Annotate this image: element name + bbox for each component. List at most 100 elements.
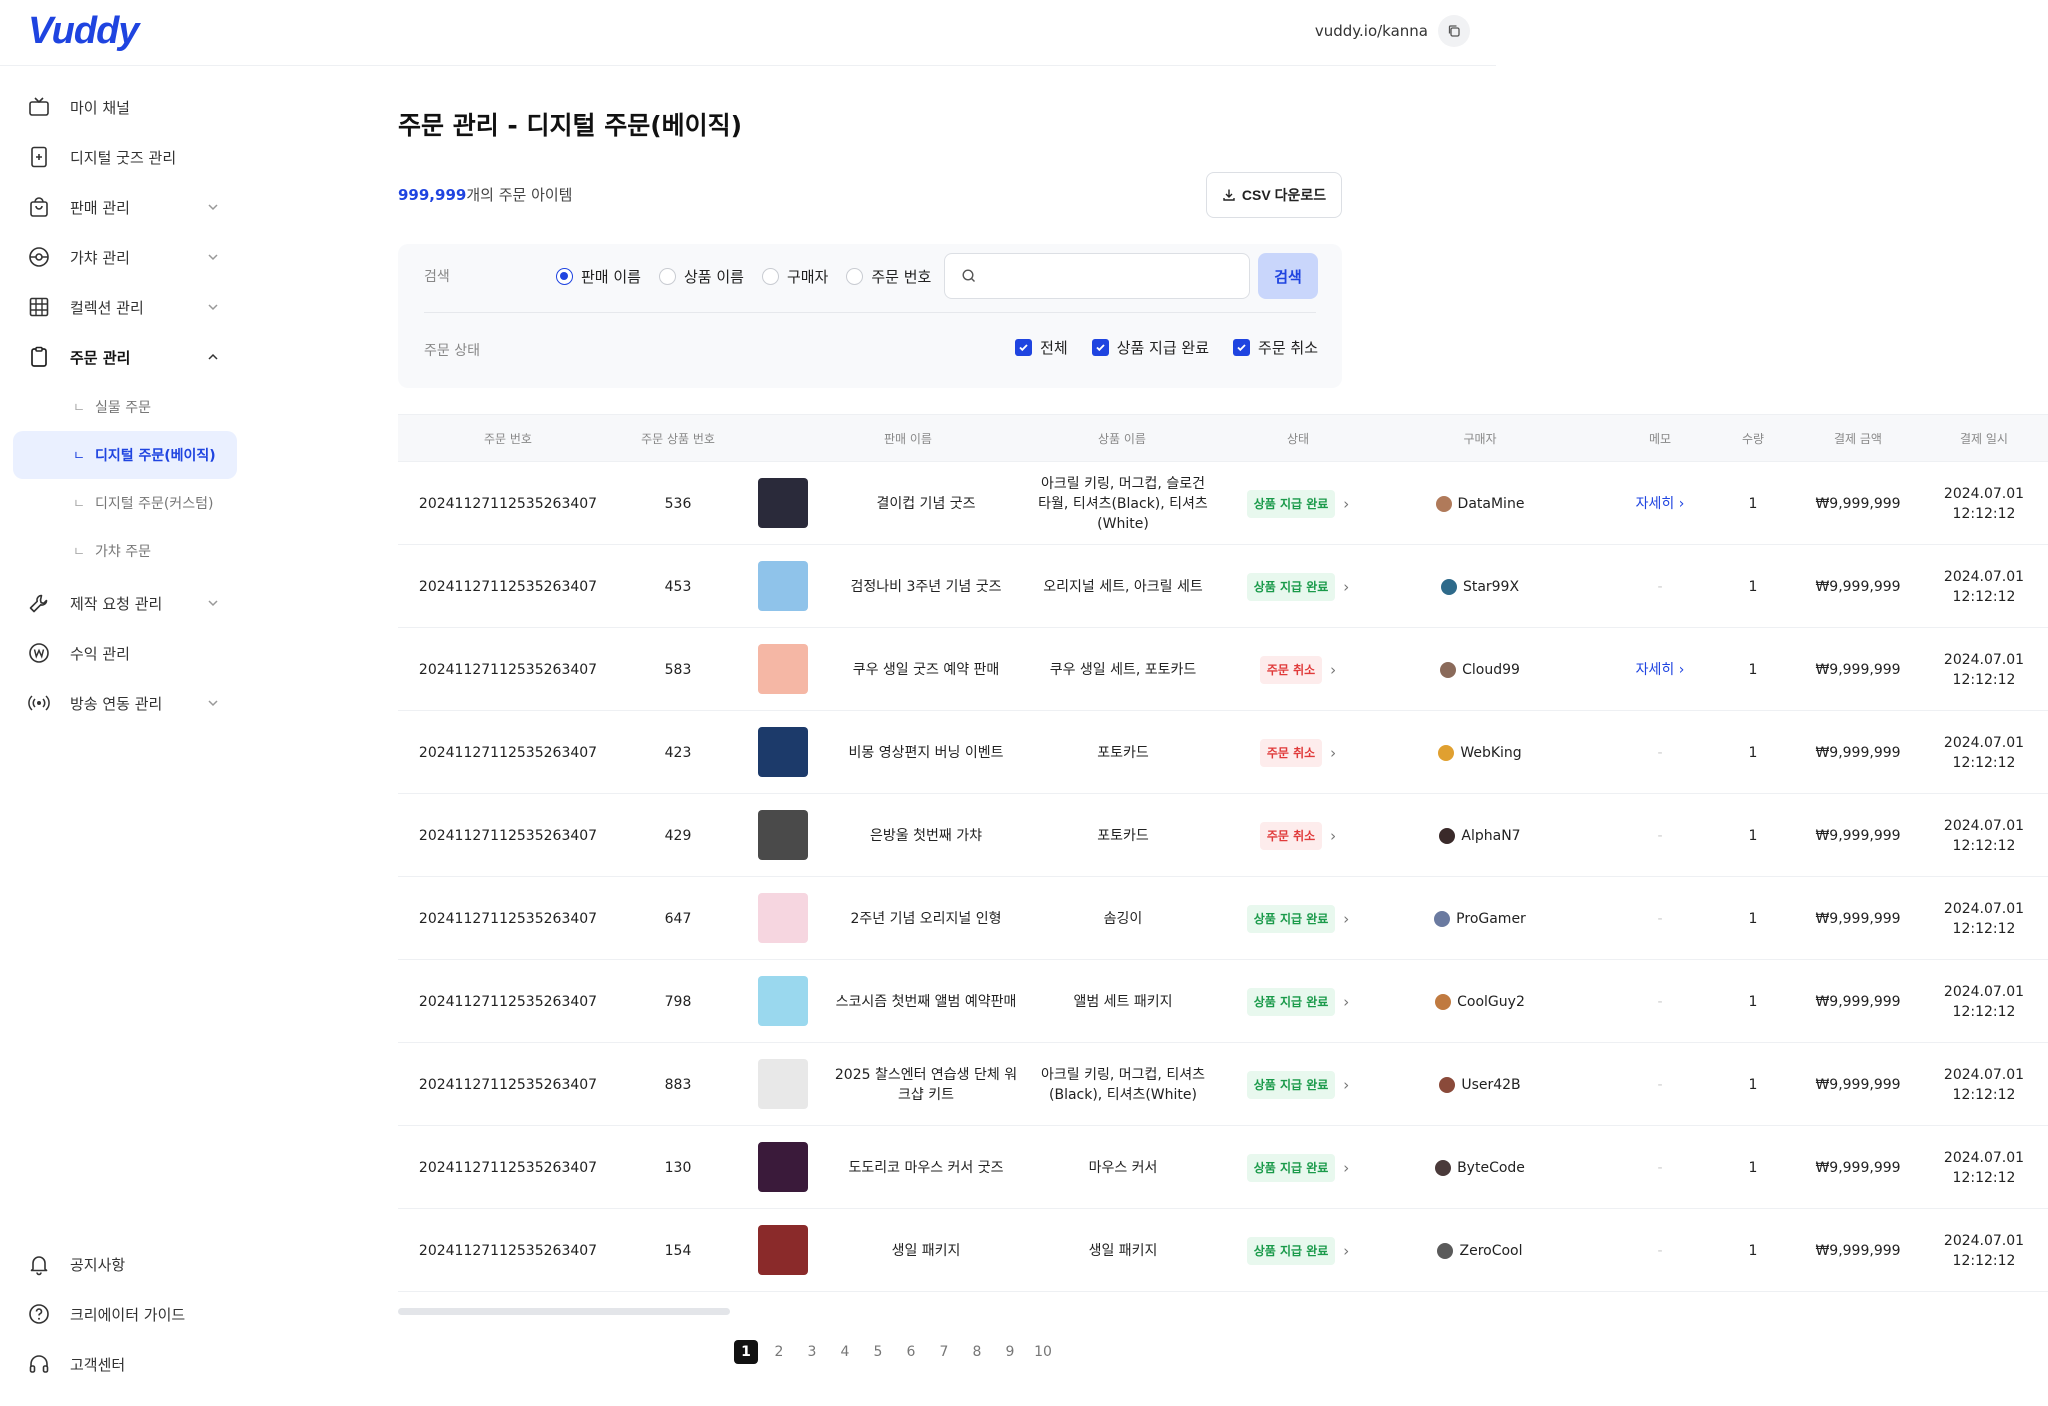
status-cell[interactable]: 상품 지급 완료 › xyxy=(1230,1126,1366,1209)
search-button[interactable]: 검색 xyxy=(1258,253,1318,299)
quantity: 1 xyxy=(1748,910,1758,927)
top-header: Vuddy vuddy.io/kanna xyxy=(0,0,1496,66)
order-number: 20241127112535263407 xyxy=(418,495,598,512)
sidebar-item-collection[interactable]: 컬렉션 관리 xyxy=(13,283,237,331)
table-row[interactable]: 20241127112535263407 429 은방울 첫번째 가챠 포토카드 주문 … xyxy=(398,794,2048,877)
sidebar-item-orders[interactable]: 주문 관리 xyxy=(13,333,237,381)
table-row[interactable]: 20241127112535263407 453 검정나비 3주년 기념 굿즈 오리지… xyxy=(398,545,2048,628)
status-cell[interactable]: 상품 지급 완료 › xyxy=(1230,1209,1366,1292)
chevron-right-icon: › xyxy=(1343,577,1350,596)
status-badge: 상품 지급 완료 xyxy=(1246,987,1336,1016)
page-6-button[interactable]: 6 xyxy=(899,1340,923,1364)
radio-order-number[interactable]: 주문 번호 xyxy=(846,256,931,296)
sidebar-item-creator-guide[interactable]: 크리에이터 가이드 xyxy=(13,1290,237,1338)
buyer-cell: Star99X xyxy=(1410,545,1550,628)
col-header: 결제 금액 xyxy=(1834,432,1882,446)
search-field[interactable] xyxy=(944,253,1250,299)
page-9-button[interactable]: 9 xyxy=(998,1340,1022,1364)
page-5-button[interactable]: 5 xyxy=(866,1340,890,1364)
sidebar-item-production-requests[interactable]: 제작 요청 관리 xyxy=(13,579,237,627)
sidebar-item-digital-goods[interactable]: 디지털 굿즈 관리 xyxy=(13,133,237,181)
sidebar-item-gacha[interactable]: 가챠 관리 xyxy=(13,233,237,281)
memo-empty: - xyxy=(1657,578,1663,595)
page-1-button[interactable]: 1 xyxy=(734,1340,758,1364)
sidebar-item-label: 공지사항 xyxy=(70,1255,126,1274)
search-input[interactable] xyxy=(985,262,1235,290)
sale-name: 은방울 첫번째 가챠 xyxy=(870,827,982,844)
memo-detail-link[interactable]: 자세히 › xyxy=(1620,628,1700,711)
status-cell[interactable]: 주문 취소 › xyxy=(1230,628,1366,711)
status-cell[interactable]: 주문 취소 › xyxy=(1230,794,1366,877)
status-cell[interactable]: 상품 지급 완료 › xyxy=(1230,462,1366,545)
buyer-cell: CoolGuy2 xyxy=(1410,960,1550,1043)
page-3-button[interactable]: 3 xyxy=(800,1340,824,1364)
page-2-button[interactable]: 2 xyxy=(767,1340,791,1364)
sidebar-item-my-channel[interactable]: 마이 채널 xyxy=(13,83,237,131)
sidebar-item-label: 주문 관리 xyxy=(70,348,131,367)
sidebar-subitem-digital-basic[interactable]: ㄴ 디지털 주문(베이직) xyxy=(13,431,237,479)
chevron-right-icon: › xyxy=(1674,661,1685,678)
sidebar-item-sales[interactable]: 판매 관리 xyxy=(13,183,237,231)
csv-download-button[interactable]: CSV 다운로드 xyxy=(1206,172,1342,218)
status-cell[interactable]: 상품 지급 완료 › xyxy=(1230,877,1366,960)
table-row[interactable]: 20241127112535263407 883 2025 찰스엔터 연습생 단체 … xyxy=(398,1043,2048,1126)
table-row[interactable]: 20241127112535263407 647 2주년 기념 오리지널 인형 솜깅이… xyxy=(398,877,2048,960)
table-row[interactable]: 20241127112535263407 154 생일 패키지 생일 패키지 상품 지급… xyxy=(398,1209,2048,1292)
payment-datetime: 2024.07.01 12:12:12 xyxy=(1924,877,2044,960)
page-10-button[interactable]: 10 xyxy=(1031,1340,1055,1364)
payment-date: 2024.07.01 xyxy=(1943,983,2025,1000)
checkbox-all[interactable]: 전체 xyxy=(1015,337,1068,358)
status-cell[interactable]: 상품 지급 완료 › xyxy=(1230,960,1366,1043)
sidebar-item-revenue[interactable]: 수익 관리 xyxy=(13,629,237,677)
status-cell[interactable]: 상품 지급 완료 › xyxy=(1230,1043,1366,1126)
table-row[interactable]: 20241127112535263407 130 도도리코 마우스 커서 굿즈 마우스… xyxy=(398,1126,2048,1209)
sidebar-subitem-digital-custom[interactable]: ㄴ 디지털 주문(커스텀) xyxy=(13,479,237,527)
chevron-right-icon: › xyxy=(1330,660,1337,679)
order-item-number: 647 xyxy=(664,910,692,927)
col-header: 상품 이름 xyxy=(1098,432,1146,446)
sub-indent-mark: ㄴ xyxy=(73,545,85,560)
table-row[interactable]: 20241127112535263407 423 비몽 영상편지 버닝 이벤트 포토카… xyxy=(398,711,2048,794)
checkbox-checked-icon xyxy=(1091,339,1109,356)
radio-sale-name[interactable]: 판매 이름 xyxy=(556,256,641,296)
payment-datetime: 2024.07.01 12:12:12 xyxy=(1924,960,2044,1043)
page-4-button[interactable]: 4 xyxy=(833,1340,857,1364)
sidebar-subitem-gacha-orders[interactable]: ㄴ 가챠 주문 xyxy=(13,527,237,575)
chevron-right-icon: › xyxy=(1343,1075,1350,1094)
bell-icon xyxy=(30,1256,48,1276)
sidebar-item-broadcast[interactable]: 방송 연동 관리 xyxy=(13,679,237,727)
sidebar-item-support[interactable]: 고객센터 xyxy=(13,1340,237,1388)
table-row[interactable]: 20241127112535263407 536 결이컵 기념 굿즈 아크릴 키링, … xyxy=(398,462,2048,545)
col-header: 판매 이름 xyxy=(884,432,932,446)
status-cell[interactable]: 주문 취소 › xyxy=(1230,711,1366,794)
table-row[interactable]: 20241127112535263407 798 스코시즘 첫번째 앨범 예약판매 앨… xyxy=(398,960,2048,1043)
status-cell[interactable]: 상품 지급 완료 › xyxy=(1230,545,1366,628)
radio-product-name[interactable]: 상품 이름 xyxy=(658,256,744,296)
horizontal-scrollbar[interactable] xyxy=(398,1308,730,1315)
buyer-avatar xyxy=(1435,993,1452,1010)
copy-icon xyxy=(1448,25,1460,37)
sale-name: 비몽 영상편지 버닝 이벤트 xyxy=(848,744,1004,761)
page-7-button[interactable]: 7 xyxy=(932,1340,956,1364)
col-header: 메모 xyxy=(1648,432,1672,446)
sidebar-item-notices[interactable]: 공지사항 xyxy=(13,1240,237,1288)
sub-indent-mark: ㄴ xyxy=(73,497,85,512)
payment-date: 2024.07.01 xyxy=(1943,485,2025,502)
radio-buyer[interactable]: 구매자 xyxy=(761,256,828,296)
checkbox-cancelled[interactable]: 주문 취소 xyxy=(1233,337,1318,358)
copy-url-button[interactable] xyxy=(1438,15,1470,47)
radio-dot xyxy=(761,267,779,285)
chevron-down-icon xyxy=(208,254,218,261)
sidebar-item-label: 방송 연동 관리 xyxy=(70,694,163,713)
table-row[interactable]: 20241127112535263407 583 쿠우 생일 굿즈 예약 판매 쿠우 … xyxy=(398,628,2048,711)
chevron-up-icon xyxy=(208,353,218,360)
vuddy-logo[interactable]: Vuddy xyxy=(28,10,139,53)
pagination: 1 2 3 4 5 6 7 8 9 10 xyxy=(734,1340,1064,1364)
buyer-cell: AlphaN7 xyxy=(1410,794,1550,877)
checkbox-checked-icon xyxy=(1015,339,1033,356)
memo-detail-link[interactable]: 자세히 › xyxy=(1620,462,1700,545)
sidebar-subitem-physical-orders[interactable]: ㄴ 실물 주문 xyxy=(13,383,237,431)
payment-date: 2024.07.01 xyxy=(1943,1149,2025,1166)
page-8-button[interactable]: 8 xyxy=(965,1340,989,1364)
checkbox-delivered[interactable]: 상품 지급 완료 xyxy=(1091,337,1209,358)
